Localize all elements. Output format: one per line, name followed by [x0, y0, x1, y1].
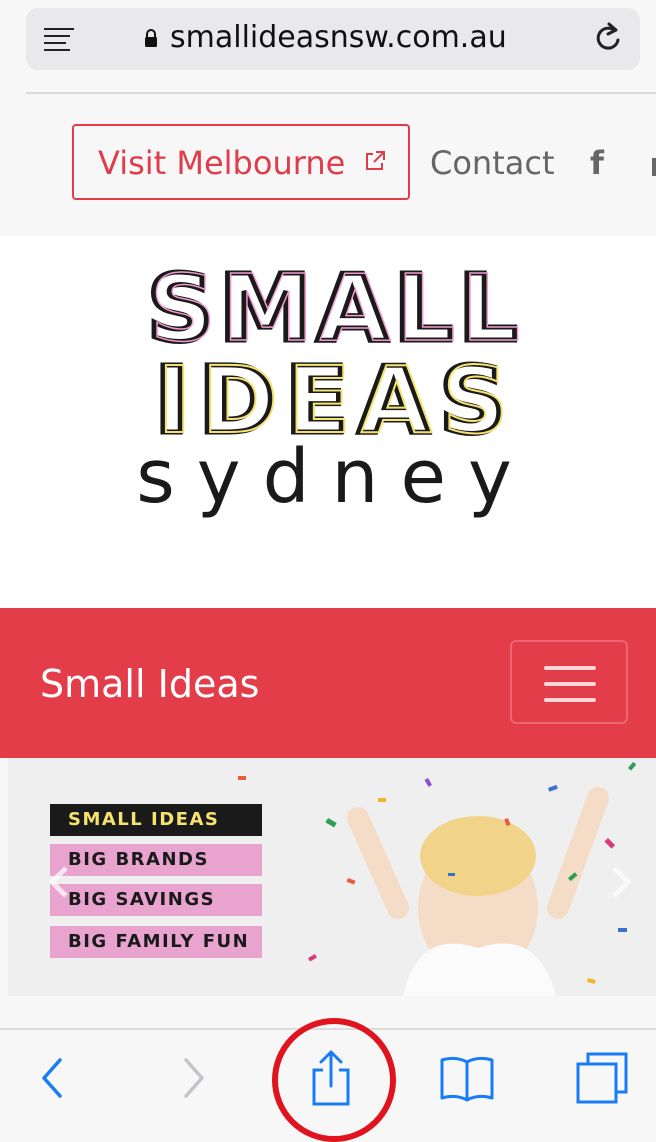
hero-tag: SMALL IDEAS	[50, 804, 262, 836]
hero-tag: BIG SAVINGS	[50, 884, 262, 916]
logo-line-3: sydney	[140, 434, 530, 520]
forward-icon[interactable]	[178, 1056, 208, 1100]
tabs-icon[interactable]	[574, 1050, 630, 1106]
address-bar[interactable]: smallideasnsw.com.au	[26, 8, 640, 70]
site-brand[interactable]: Small Ideas	[40, 662, 259, 706]
contact-link[interactable]: Contact	[430, 144, 555, 182]
hero-tag: BIG BRANDS	[50, 844, 262, 876]
hamburger-icon	[544, 682, 596, 686]
confetti-photo	[8, 758, 656, 996]
menu-toggle-button[interactable]	[510, 640, 628, 724]
hero-tag: BIG FAMILY FUN	[50, 926, 262, 958]
hamburger-icon	[544, 666, 596, 670]
hamburger-icon	[544, 698, 596, 702]
reload-icon[interactable]	[592, 20, 624, 56]
facebook-icon[interactable]: f	[590, 144, 604, 182]
lock-icon	[145, 29, 157, 47]
visit-melbourne-button[interactable]: Visit Melbourne	[72, 124, 410, 200]
nav-overflow-icon	[652, 158, 656, 176]
reader-icon[interactable]	[44, 28, 74, 56]
back-icon[interactable]	[38, 1056, 68, 1100]
small-ideas-sydney-logo[interactable]: SMALL SMALL IDEAS IDEAS sydney	[140, 262, 530, 532]
hero-carousel[interactable]: SMALL IDEAS BIG BRANDS BIG SAVINGS BIG F…	[8, 758, 656, 996]
share-highlight-annotation	[272, 1018, 396, 1142]
url-text[interactable]: smallideasnsw.com.au	[170, 20, 507, 55]
bookmarks-icon[interactable]	[438, 1054, 496, 1102]
visit-melbourne-label: Visit Melbourne	[98, 144, 346, 182]
external-link-icon	[366, 151, 385, 170]
carousel-next-icon[interactable]	[606, 864, 636, 900]
carousel-prev-icon[interactable]	[44, 864, 74, 900]
